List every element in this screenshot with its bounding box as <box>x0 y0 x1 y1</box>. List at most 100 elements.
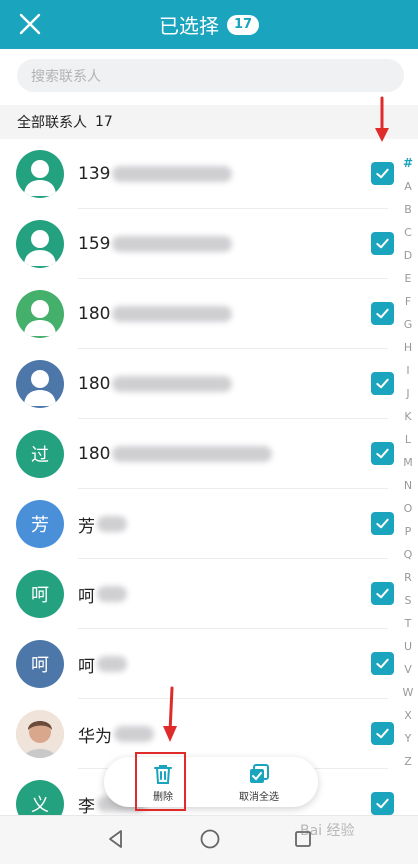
alphabet-index-letter[interactable]: T <box>405 612 412 635</box>
alphabet-index-letter[interactable]: U <box>404 635 412 658</box>
contact-name-text: 180 <box>78 374 111 394</box>
alphabet-index-letter[interactable]: X <box>404 704 412 727</box>
deselect-all-icon <box>250 763 269 783</box>
contact-name: 呵 <box>78 559 127 629</box>
checkmark-icon <box>376 448 389 459</box>
redacted-blur <box>97 586 127 602</box>
redacted-blur <box>97 656 127 672</box>
contact-checkbox[interactable] <box>371 792 394 815</box>
back-triangle-icon[interactable] <box>105 828 127 850</box>
contact-checkbox[interactable] <box>371 582 394 605</box>
checkmark-icon <box>376 308 389 319</box>
alphabet-index-letter[interactable]: O <box>404 497 413 520</box>
section-label: 全部联系人 <box>17 115 87 131</box>
alphabet-index-letter[interactable]: Q <box>404 543 413 566</box>
redacted-blur <box>112 306 233 322</box>
alphabet-index-letter[interactable]: Y <box>405 727 412 750</box>
contact-checkbox[interactable] <box>371 722 394 745</box>
contact-name-text: 呵 <box>78 656 95 677</box>
contact-checkbox[interactable] <box>371 512 394 535</box>
contact-name-text: 李 <box>78 796 95 816</box>
alphabet-index-letter[interactable]: N <box>404 474 412 497</box>
contact-checkbox[interactable] <box>371 652 394 675</box>
alphabet-index-letter[interactable]: L <box>405 428 411 451</box>
contact-avatar: 呵 <box>16 640 64 688</box>
deselect-all-label: 取消全选 <box>239 791 279 803</box>
alphabet-index-letter[interactable]: # <box>403 152 413 175</box>
alphabet-index-letter[interactable]: F <box>405 290 411 313</box>
alphabet-index-letter[interactable]: A <box>404 175 412 198</box>
selected-count-badge: 17 <box>226 14 260 35</box>
avatar-initial: 呵 <box>31 585 49 606</box>
alphabet-index-letter[interactable]: R <box>404 566 412 589</box>
contact-name-text: 芳 <box>78 516 95 537</box>
contact-name-text: 呵 <box>78 586 95 607</box>
contact-name-text: 180 <box>78 444 111 464</box>
person-icon <box>24 160 56 196</box>
section-header: 全部联系人 17 <box>0 105 418 139</box>
contact-checkbox[interactable] <box>371 302 394 325</box>
contact-avatar: 义 <box>16 780 64 815</box>
alphabet-index-letter[interactable]: I <box>406 359 409 382</box>
contact-row[interactable]: 芳芳 <box>0 489 418 559</box>
alphabet-index-letter[interactable]: G <box>404 313 413 336</box>
alphabet-index-letter[interactable]: V <box>404 658 412 681</box>
home-circle-icon[interactable] <box>199 828 221 850</box>
contact-row[interactable]: 159 <box>0 209 418 279</box>
photo-avatar-icon <box>16 710 64 758</box>
person-icon <box>24 370 56 406</box>
contact-name: 180 <box>78 279 233 349</box>
contact-checkbox[interactable] <box>371 232 394 255</box>
page-title: 已选择 <box>158 14 219 38</box>
contact-name: 139 <box>78 139 233 209</box>
alphabet-index-letter[interactable]: S <box>405 589 412 612</box>
alphabet-index-letter[interactable]: P <box>405 520 412 543</box>
contact-avatar: 过 <box>16 430 64 478</box>
deselect-all-button[interactable]: 取消全选 <box>229 760 289 804</box>
alphabet-index-letter[interactable]: E <box>405 267 412 290</box>
alphabet-index-letter[interactable]: B <box>404 198 412 221</box>
watermark: Bai 经验 <box>300 823 355 839</box>
contact-row[interactable]: 呵呵 <box>0 629 418 699</box>
contact-checkbox[interactable] <box>371 372 394 395</box>
checkmark-icon <box>376 238 389 249</box>
contact-name: 呵 <box>78 629 127 699</box>
alphabet-index-letter[interactable]: K <box>404 405 411 428</box>
title-bar: 已选择 17 <box>0 0 418 49</box>
contact-name: 159 <box>78 209 233 279</box>
checkmark-icon <box>376 798 389 809</box>
contact-avatar <box>16 220 64 268</box>
contact-row[interactable]: 过 180 <box>0 419 418 489</box>
contact-name: 180 <box>78 419 273 489</box>
alphabet-index-letter[interactable]: M <box>403 451 413 474</box>
alphabet-index-letter[interactable]: J <box>406 382 409 405</box>
search-input[interactable]: 搜索联系人 <box>17 59 404 92</box>
search-placeholder: 搜索联系人 <box>31 68 101 85</box>
contact-checkbox[interactable] <box>371 162 394 185</box>
redacted-blur <box>114 726 154 742</box>
avatar-initial: 呵 <box>31 655 49 676</box>
contact-name: 180 <box>78 349 233 419</box>
contact-name-text: 139 <box>78 164 111 184</box>
contact-row[interactable]: 180 <box>0 349 418 419</box>
section-count: 17 <box>95 114 113 130</box>
contact-row[interactable]: 139 <box>0 139 418 209</box>
contact-row[interactable]: 180 <box>0 279 418 349</box>
contact-name-text: 180 <box>78 304 111 324</box>
contact-avatar: 芳 <box>16 500 64 548</box>
contact-avatar <box>16 710 64 758</box>
alphabet-index-letter[interactable]: C <box>404 221 412 244</box>
alphabet-index-letter[interactable]: H <box>404 336 412 359</box>
alphabet-index[interactable]: # A B C D E F G H I J K L M N O P Q R S T U V W X Y Z <box>398 152 418 773</box>
contact-avatar: 呵 <box>16 570 64 618</box>
contact-checkbox[interactable] <box>371 442 394 465</box>
redacted-blur <box>112 166 233 182</box>
contact-row[interactable]: 呵呵 <box>0 559 418 629</box>
system-nav-bar <box>0 815 418 864</box>
annotation-arrow-checkbox <box>375 96 389 142</box>
alphabet-index-letter[interactable]: W <box>403 681 414 704</box>
alphabet-index-letter[interactable]: Z <box>404 750 412 773</box>
contact-list[interactable]: 139 159 180 180 过 180 芳芳呵呵呵呵华为义李 <box>0 139 418 815</box>
alphabet-index-letter[interactable]: D <box>404 244 412 267</box>
checkmark-icon <box>376 658 389 669</box>
